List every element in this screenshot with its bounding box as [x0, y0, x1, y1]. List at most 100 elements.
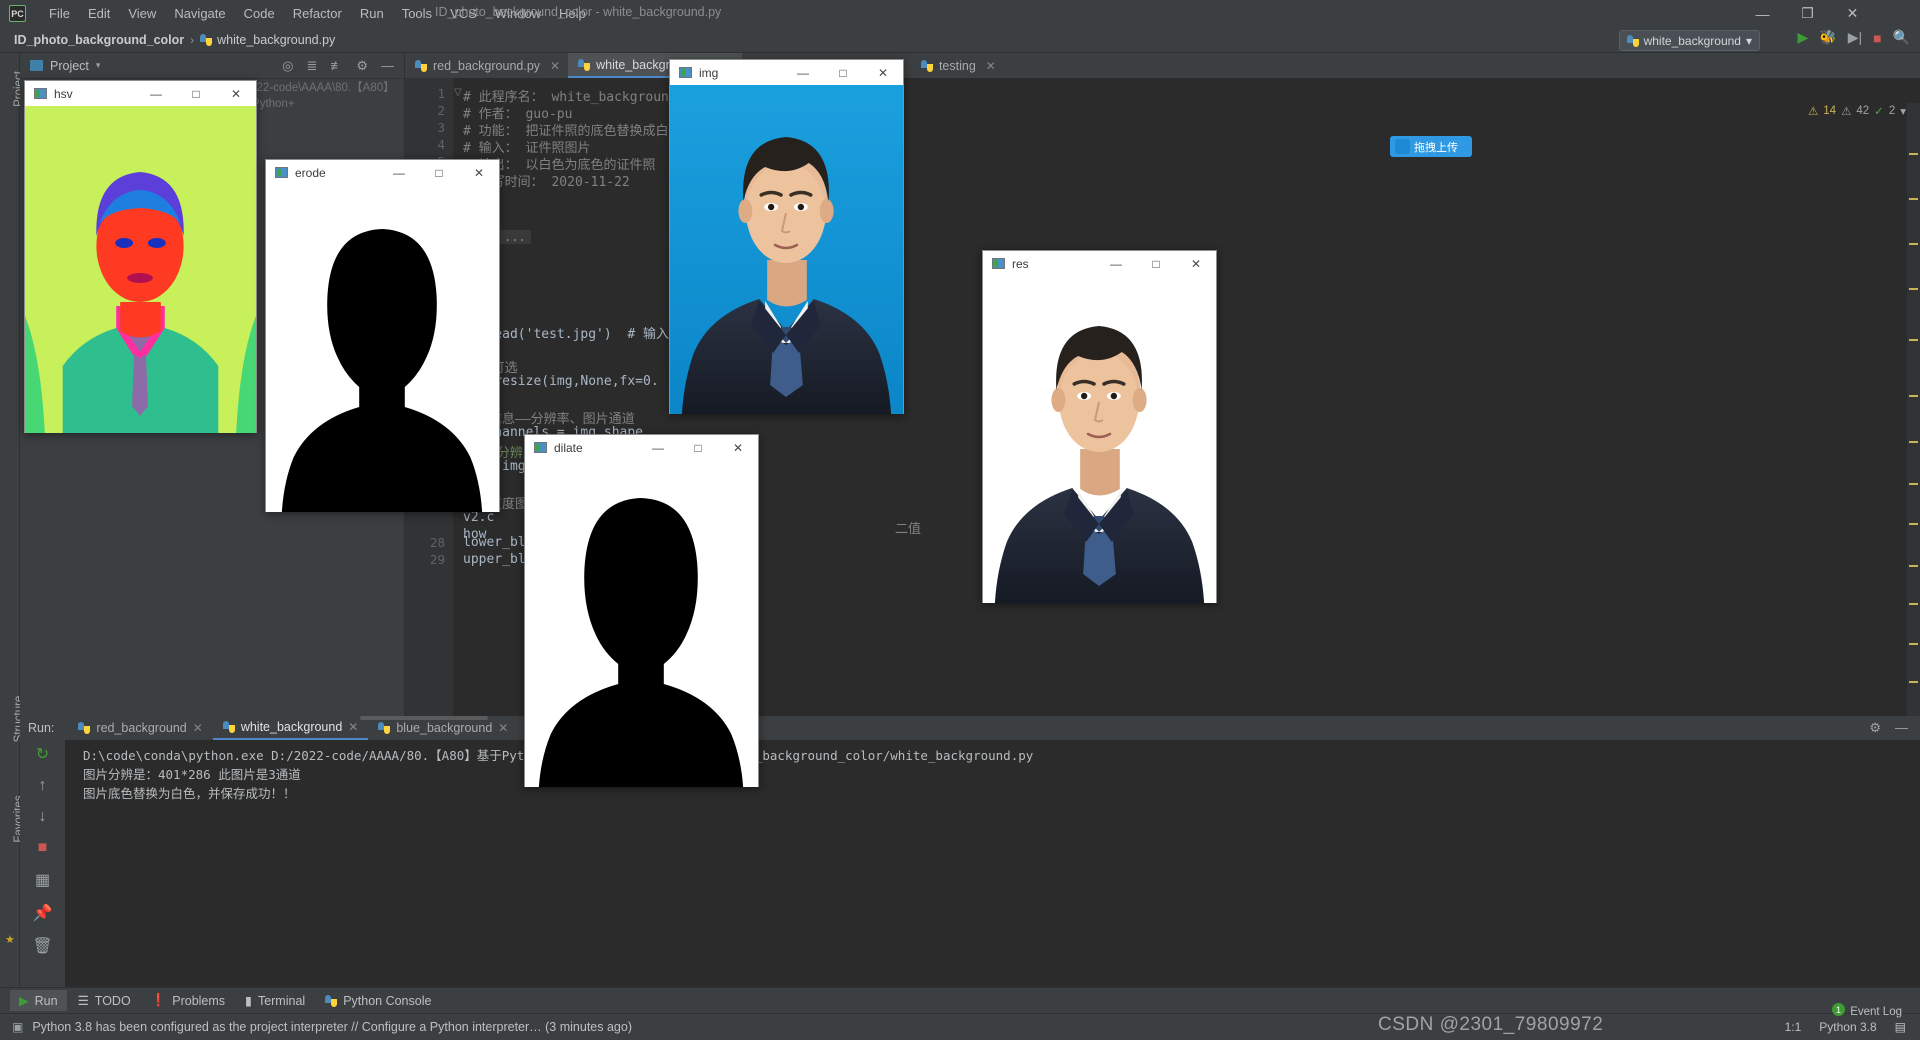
- menu-edit[interactable]: Edit: [79, 3, 119, 24]
- debug-icon[interactable]: 🐝: [1819, 29, 1836, 46]
- settings-icon[interactable]: ⚙: [356, 58, 368, 74]
- bottom-item-python-console[interactable]: Python Console: [316, 991, 440, 1011]
- opencv-icon: [275, 167, 288, 178]
- memory-indicator-icon[interactable]: ▤: [1895, 1020, 1906, 1034]
- cv-maximize-button[interactable]: □: [419, 160, 459, 185]
- close-icon[interactable]: ✕: [348, 720, 358, 734]
- drag-upload-label: 拖拽上传: [1414, 141, 1458, 154]
- cv-window-dilate[interactable]: dilate — □ ✕: [524, 434, 759, 787]
- cv-minimize-button[interactable]: —: [638, 435, 678, 460]
- chevron-down-icon[interactable]: ▾: [1900, 104, 1906, 118]
- run-panel-resize-handle[interactable]: [360, 716, 488, 720]
- menu-navigate[interactable]: Navigate: [165, 3, 234, 24]
- cv-maximize-button[interactable]: □: [1136, 251, 1176, 276]
- status-message[interactable]: Python 3.8 has been configured as the pr…: [32, 1020, 632, 1034]
- cv-minimize-button[interactable]: —: [379, 160, 419, 185]
- down-arrow-icon[interactable]: ↓: [39, 808, 47, 826]
- cv-window-img[interactable]: img — □ ✕: [669, 59, 904, 414]
- code-fold-icon[interactable]: ▽: [454, 87, 462, 98]
- cv-window-res[interactable]: res — □ ✕: [982, 250, 1217, 603]
- cv-title-bar[interactable]: res — □ ✕: [983, 251, 1216, 276]
- run-tab-white-background[interactable]: white_background ✕: [212, 716, 369, 740]
- warning-marker: [1909, 288, 1918, 290]
- stop-icon[interactable]: ■: [38, 839, 48, 857]
- cv-minimize-button[interactable]: —: [136, 81, 176, 106]
- cv-close-button[interactable]: ✕: [1176, 251, 1216, 276]
- run-configuration-selector[interactable]: white_background ▾: [1618, 30, 1760, 51]
- window-minimize-button[interactable]: —: [1740, 0, 1785, 27]
- collapse-all-icon[interactable]: ≢: [330, 58, 343, 74]
- coverage-icon[interactable]: ▶|: [1848, 29, 1862, 46]
- chevron-down-icon[interactable]: ▾: [96, 60, 101, 71]
- cv-window-erode[interactable]: erode — □ ✕: [265, 159, 500, 512]
- cv-title-bar[interactable]: dilate — □ ✕: [525, 435, 758, 460]
- event-log-button[interactable]: Event Log: [1850, 1006, 1902, 1018]
- cv-maximize-button[interactable]: □: [176, 81, 216, 106]
- bottom-item-todo[interactable]: ☰ TODO: [69, 990, 140, 1011]
- cv-close-button[interactable]: ✕: [459, 160, 499, 185]
- cv-title-bar[interactable]: hsv — □ ✕: [25, 81, 256, 106]
- close-icon[interactable]: ✕: [498, 721, 508, 735]
- breadcrumb-project[interactable]: ID_photo_background_color: [14, 33, 184, 47]
- pin-icon[interactable]: 📌: [33, 903, 53, 923]
- run-icon[interactable]: ▶: [1797, 29, 1808, 46]
- settings-icon[interactable]: ⚙: [1869, 720, 1881, 736]
- inspection-widget[interactable]: ⚠ 14 ⚠ 42 ✓ 2 ▾: [1808, 104, 1906, 118]
- locate-icon[interactable]: ◎: [282, 58, 293, 74]
- cv-maximize-button[interactable]: □: [823, 60, 863, 85]
- menu-file[interactable]: File: [40, 3, 79, 24]
- cv-title-bar[interactable]: erode — □ ✕: [266, 160, 499, 185]
- menu-code[interactable]: Code: [235, 3, 284, 24]
- editor-marker-gutter[interactable]: [1907, 103, 1920, 716]
- editor-tab-red-background[interactable]: red_background.py ✕: [405, 53, 568, 78]
- window-maximize-button[interactable]: ❐: [1785, 0, 1830, 27]
- caret-position[interactable]: 1:1: [1785, 1020, 1802, 1034]
- bottom-item-terminal[interactable]: ▮ Terminal: [236, 990, 314, 1011]
- cv-close-button[interactable]: ✕: [718, 435, 758, 460]
- hide-icon[interactable]: —: [1895, 720, 1908, 736]
- cv-title-bar[interactable]: img — □ ✕: [670, 60, 903, 85]
- collapsed-code-ellipsis[interactable]: ...: [499, 230, 531, 244]
- cv-minimize-button[interactable]: —: [1096, 251, 1136, 276]
- stop-icon[interactable]: ■: [1873, 30, 1881, 46]
- console-output[interactable]: D:\code\conda\python.exe D:/2022-code/AA…: [65, 740, 1920, 987]
- print-icon[interactable]: ▦: [35, 870, 50, 890]
- expand-all-icon[interactable]: ≣: [306, 58, 317, 74]
- cv-window-title: res: [1012, 256, 1029, 271]
- editor-tab-label: red_background.py: [433, 58, 541, 73]
- run-tab-red-background[interactable]: red_background ✕: [68, 716, 212, 740]
- editor-tab-testing[interactable]: testing ✕: [911, 53, 1004, 78]
- up-arrow-icon[interactable]: ↑: [39, 777, 47, 795]
- cv-close-button[interactable]: ✕: [863, 60, 903, 85]
- interpreter-selector[interactable]: Python 3.8: [1819, 1020, 1876, 1034]
- menu-tools[interactable]: Tools: [393, 3, 441, 24]
- star-icon: ★: [5, 934, 15, 946]
- menu-refactor[interactable]: Refactor: [284, 3, 351, 24]
- window-close-button[interactable]: ✕: [1830, 0, 1875, 27]
- breadcrumb-file[interactable]: white_background.py: [200, 33, 335, 47]
- cv-image-res: [983, 276, 1216, 603]
- rerun-icon[interactable]: ↻: [36, 744, 49, 764]
- close-icon[interactable]: ✕: [550, 59, 560, 73]
- search-everywhere-icon[interactable]: 🔍: [1893, 29, 1910, 46]
- python-file-icon: [378, 722, 391, 734]
- menu-run[interactable]: Run: [351, 3, 393, 24]
- cv-close-button[interactable]: ✕: [216, 81, 256, 106]
- warning-icon: ⚠: [1807, 106, 1819, 118]
- cv-window-hsv[interactable]: hsv — □ ✕: [24, 80, 257, 433]
- drag-upload-button[interactable]: 拖拽上传: [1390, 136, 1472, 157]
- cv-window-controls: — □ ✕: [136, 81, 256, 106]
- warning-marker: [1909, 565, 1918, 567]
- warning-marker: [1909, 339, 1918, 341]
- trash-icon[interactable]: 🗑: [32, 936, 52, 956]
- menu-view[interactable]: View: [119, 3, 165, 24]
- close-icon[interactable]: ✕: [986, 59, 996, 73]
- bottom-item-problems[interactable]: ❗ Problems: [142, 990, 234, 1011]
- hide-icon[interactable]: —: [381, 58, 394, 74]
- cv-maximize-button[interactable]: □: [678, 435, 718, 460]
- line-number: 28: [429, 535, 445, 550]
- close-icon[interactable]: ✕: [193, 721, 203, 735]
- bottom-item-label: Problems: [172, 993, 226, 1008]
- bottom-item-run[interactable]: ▶ Run: [10, 990, 67, 1011]
- cv-minimize-button[interactable]: —: [783, 60, 823, 85]
